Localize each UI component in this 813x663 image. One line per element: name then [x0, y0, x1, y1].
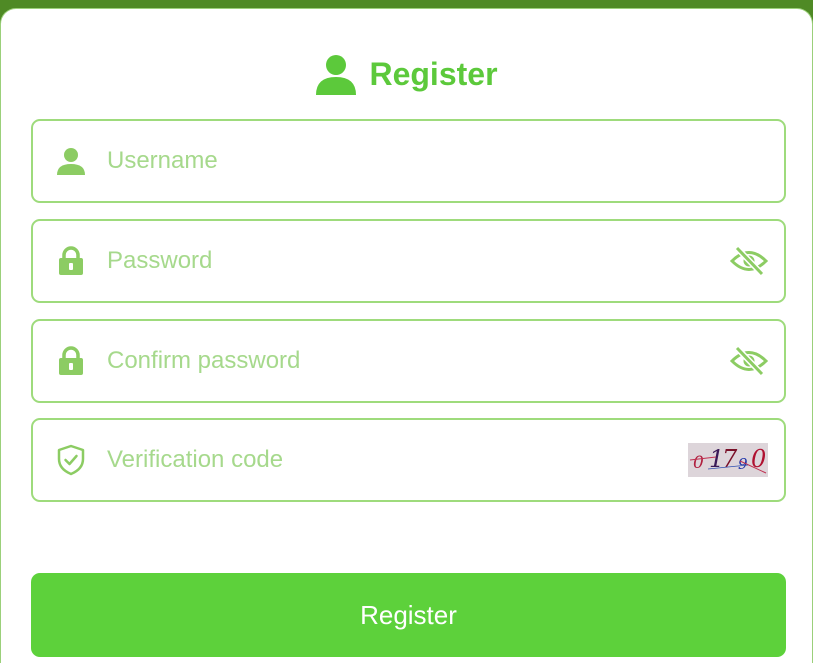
eye-slash-icon[interactable] [730, 245, 768, 277]
verification-code-field: 0 1 7 9 0 [31, 418, 786, 502]
register-card: Register Username Verification code 0 1 … [0, 8, 813, 663]
confirm-password-input[interactable] [107, 321, 707, 401]
verification-code-input[interactable] [107, 420, 707, 500]
lock-icon [55, 345, 87, 377]
user-icon [316, 55, 357, 95]
username-field [31, 119, 786, 203]
username-input[interactable] [107, 121, 707, 201]
lock-icon [55, 245, 87, 277]
password-field [31, 219, 786, 303]
shield-check-icon [55, 444, 87, 476]
eye-slash-icon[interactable] [730, 345, 768, 377]
page-title: Register [369, 55, 498, 92]
captcha-noise [689, 456, 767, 474]
password-input[interactable] [107, 221, 707, 301]
register-heading: Register [1, 53, 812, 95]
confirm-password-field [31, 319, 786, 403]
captcha-image[interactable]: 0 1 7 9 0 [688, 443, 768, 477]
user-icon [55, 145, 87, 177]
register-button[interactable]: Register [31, 573, 786, 657]
